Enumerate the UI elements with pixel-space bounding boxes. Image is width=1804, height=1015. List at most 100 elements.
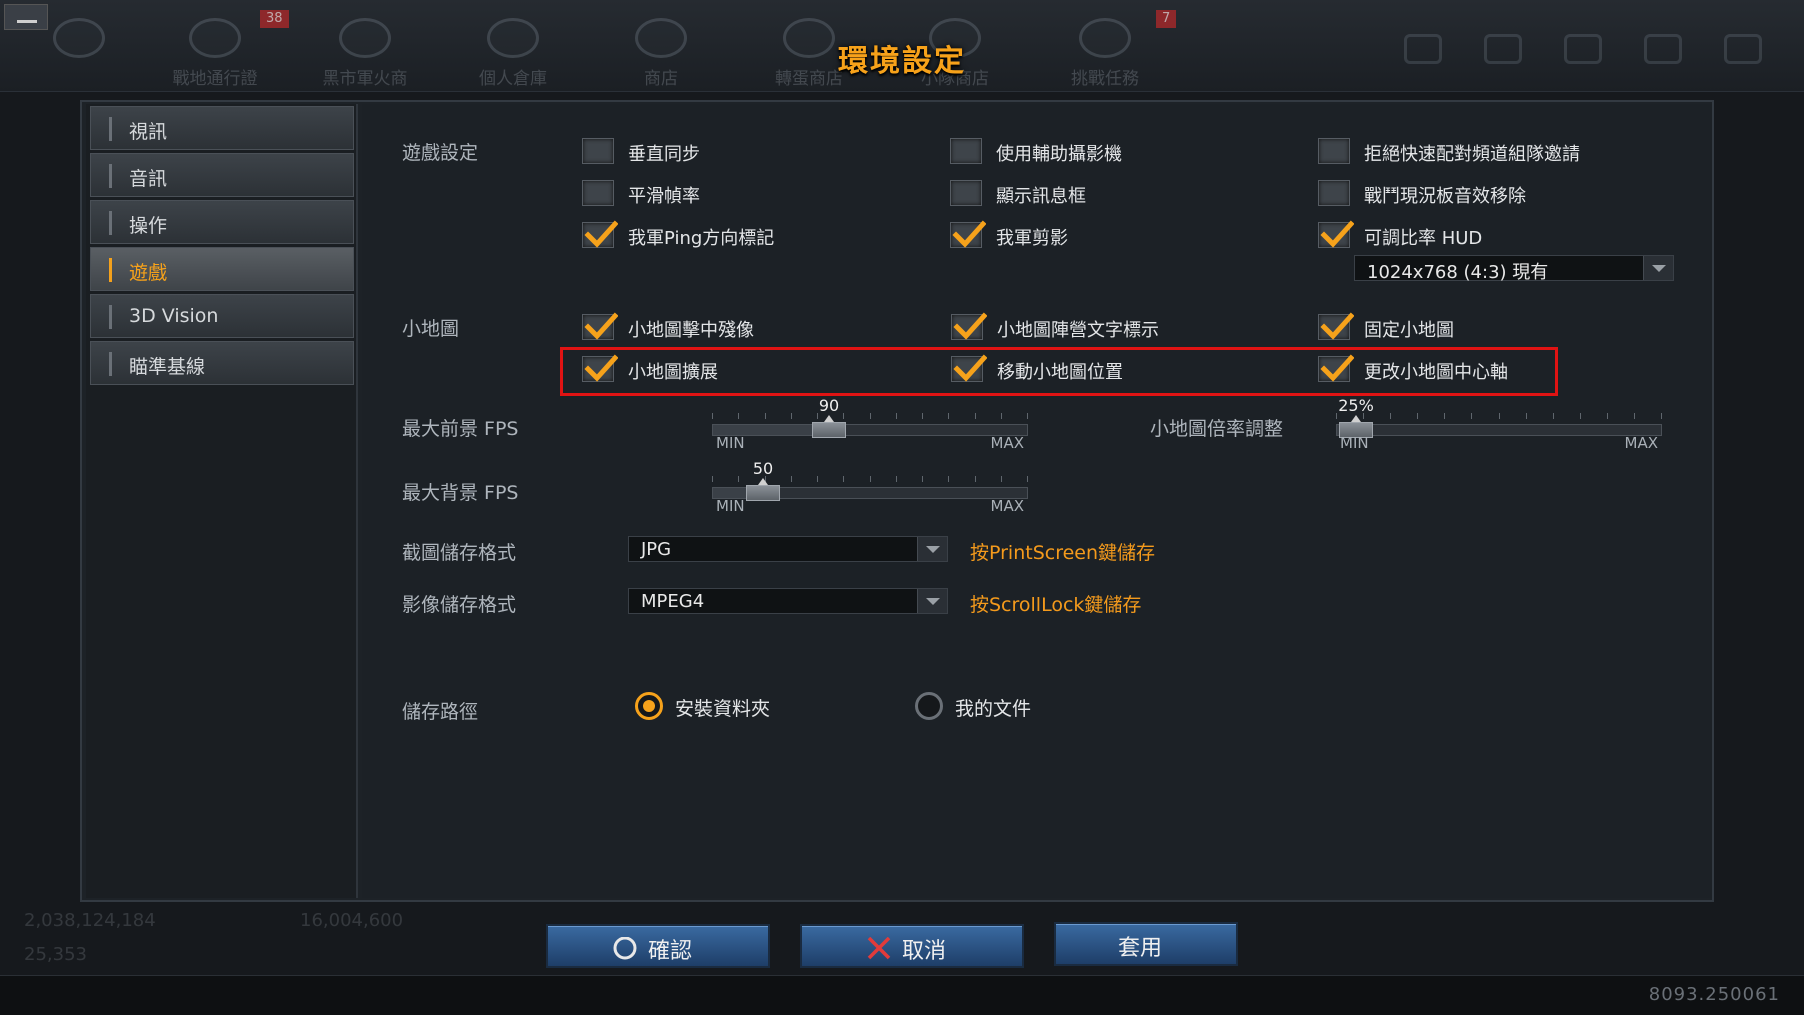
slider-tick bbox=[1027, 413, 1028, 419]
sidebar-item-game[interactable]: 遊戲 bbox=[90, 247, 354, 291]
slider-ticks bbox=[712, 413, 1028, 421]
slider-tick bbox=[1580, 413, 1581, 419]
slider-tick bbox=[975, 413, 976, 419]
checkbox-label: 小地圖陣營文字標示 bbox=[997, 320, 1159, 341]
slider-tick bbox=[1336, 413, 1337, 419]
slider-tick bbox=[870, 413, 871, 419]
fg-fps-label: 最大前景 FPS bbox=[402, 418, 519, 440]
notification-badge: 38 bbox=[260, 10, 289, 28]
screenshot-hint: 按PrintScreen鍵儲存 bbox=[970, 542, 1156, 564]
apply-button[interactable]: 套用 bbox=[1054, 922, 1238, 966]
video-hint: 按ScrollLock鍵儲存 bbox=[970, 594, 1142, 616]
slider-tick bbox=[870, 476, 871, 482]
sidebar-item-video[interactable]: 視訊 bbox=[90, 106, 354, 150]
sidebar-item-controls[interactable]: 操作 bbox=[90, 200, 354, 244]
chevron-down-icon[interactable] bbox=[917, 537, 947, 561]
slider-tick bbox=[896, 413, 897, 419]
slider-track[interactable] bbox=[712, 424, 1028, 436]
screenshot-format-label: 截圖儲存格式 bbox=[402, 542, 517, 564]
slider-tick bbox=[922, 413, 923, 419]
video-format-value: MPEG4 bbox=[641, 591, 705, 612]
sidebar-item-crosshair[interactable]: 瞄準基線 bbox=[90, 341, 354, 385]
bg-points-stat: 16,004,600 bbox=[300, 910, 404, 931]
slider-tick bbox=[896, 476, 897, 482]
sidebar-item-audio[interactable]: 音訊 bbox=[90, 153, 354, 197]
slider-value: 90 bbox=[818, 396, 840, 415]
sidebar-item-3d-vision[interactable]: 3D Vision bbox=[90, 294, 354, 338]
slider-tick bbox=[843, 476, 844, 482]
confirm-button-label: 確認 bbox=[648, 939, 693, 964]
apply-button-label: 套用 bbox=[1118, 936, 1163, 961]
checkbox-box[interactable] bbox=[582, 312, 618, 340]
checkbox-box[interactable] bbox=[1318, 220, 1354, 248]
checkbox-box[interactable] bbox=[582, 138, 614, 164]
checkbox-box[interactable] bbox=[1318, 312, 1354, 340]
slider-tick bbox=[712, 476, 713, 482]
checkbox-box[interactable] bbox=[582, 220, 618, 248]
checkbox-box[interactable] bbox=[1318, 180, 1350, 206]
sidebar-item-label: 3D Vision bbox=[129, 305, 219, 327]
status-bar: 8093.250061 bbox=[0, 975, 1804, 1015]
checkbox-label: 可調比率 HUD bbox=[1364, 228, 1483, 249]
slider-value: 50 bbox=[752, 459, 774, 478]
slider-tick bbox=[791, 413, 792, 419]
slider-tick bbox=[1001, 413, 1002, 419]
slider-tick bbox=[843, 413, 844, 419]
sidebar-item-label: 音訊 bbox=[129, 168, 168, 190]
confirm-button[interactable]: 確認 bbox=[546, 924, 770, 968]
bg-currency-stat: 2,038,124,184 bbox=[24, 910, 156, 931]
slider-tick bbox=[1390, 413, 1391, 419]
checkbox-label: 我軍Ping方向標記 bbox=[628, 228, 775, 249]
slider-tick bbox=[1634, 413, 1635, 419]
highlight-box bbox=[560, 347, 1558, 396]
save-path-label: 儲存路徑 bbox=[402, 701, 479, 723]
sidebar-item-label: 操作 bbox=[129, 215, 168, 237]
bg-exp-stat: 25,353 bbox=[24, 944, 87, 965]
cancel-button[interactable]: 取消 bbox=[800, 924, 1024, 968]
radio-label: 我的文件 bbox=[955, 698, 1032, 720]
checkbox-label: 垂直同步 bbox=[628, 144, 700, 165]
checkbox-box[interactable] bbox=[582, 180, 614, 206]
slider-max-label: MAX bbox=[990, 434, 1024, 452]
video-format-select[interactable]: MPEG4 bbox=[628, 588, 948, 614]
checkbox-box[interactable] bbox=[950, 220, 986, 248]
slider-tick bbox=[948, 413, 949, 419]
slider-tick bbox=[765, 413, 766, 419]
section-label-game-settings: 遊戲設定 bbox=[402, 142, 479, 164]
slider-tick bbox=[1444, 413, 1445, 419]
slider-tick bbox=[948, 476, 949, 482]
chevron-down-icon[interactable] bbox=[1643, 256, 1673, 280]
dialog-title: 環境設定 bbox=[838, 44, 966, 79]
checkbox-label: 拒絕快速配對頻道組隊邀請 bbox=[1364, 144, 1580, 165]
radio-dot[interactable] bbox=[915, 692, 943, 720]
sidebar-item-label: 遊戲 bbox=[129, 262, 168, 284]
checkbox-label: 戰鬥現況板音效移除 bbox=[1364, 186, 1526, 207]
slider-track[interactable] bbox=[1336, 424, 1662, 436]
checkmark-icon bbox=[1320, 312, 1354, 340]
checkbox-box[interactable] bbox=[1318, 138, 1350, 164]
checkbox-box[interactable] bbox=[950, 180, 982, 206]
slider-min-label: MIN bbox=[1340, 434, 1369, 452]
cancel-button-label: 取消 bbox=[902, 939, 947, 964]
slider-tick bbox=[817, 476, 818, 482]
radio-dot[interactable] bbox=[635, 692, 663, 720]
checkbox-box[interactable] bbox=[951, 312, 987, 340]
slider-tick bbox=[1471, 413, 1472, 419]
slider-tick bbox=[791, 476, 792, 482]
minimap-scale-slider[interactable]: 25% MIN MAX bbox=[1336, 396, 1662, 452]
slider-thumb[interactable] bbox=[812, 422, 846, 438]
chevron-down-icon[interactable] bbox=[917, 589, 947, 613]
checkmark-icon bbox=[953, 312, 987, 340]
slider-ticks bbox=[1336, 413, 1662, 421]
hud-resolution-select[interactable]: 1024x768 (4:3) 現有 bbox=[1354, 255, 1674, 283]
minimap-scale-label: 小地圖倍率調整 bbox=[1150, 418, 1284, 440]
version-text: 8093.250061 bbox=[1648, 984, 1780, 1005]
fg-fps-slider[interactable]: 90 MIN MAX bbox=[712, 396, 1028, 452]
checkbox-box[interactable] bbox=[950, 138, 982, 164]
circle-icon bbox=[613, 937, 637, 960]
slider-thumb[interactable] bbox=[746, 485, 780, 501]
screenshot-format-select[interactable]: JPG bbox=[628, 536, 948, 562]
checkbox-label: 固定小地圖 bbox=[1364, 320, 1454, 341]
slider-tick bbox=[1027, 476, 1028, 482]
bg-fps-slider[interactable]: 50 MIN MAX bbox=[712, 459, 1028, 515]
